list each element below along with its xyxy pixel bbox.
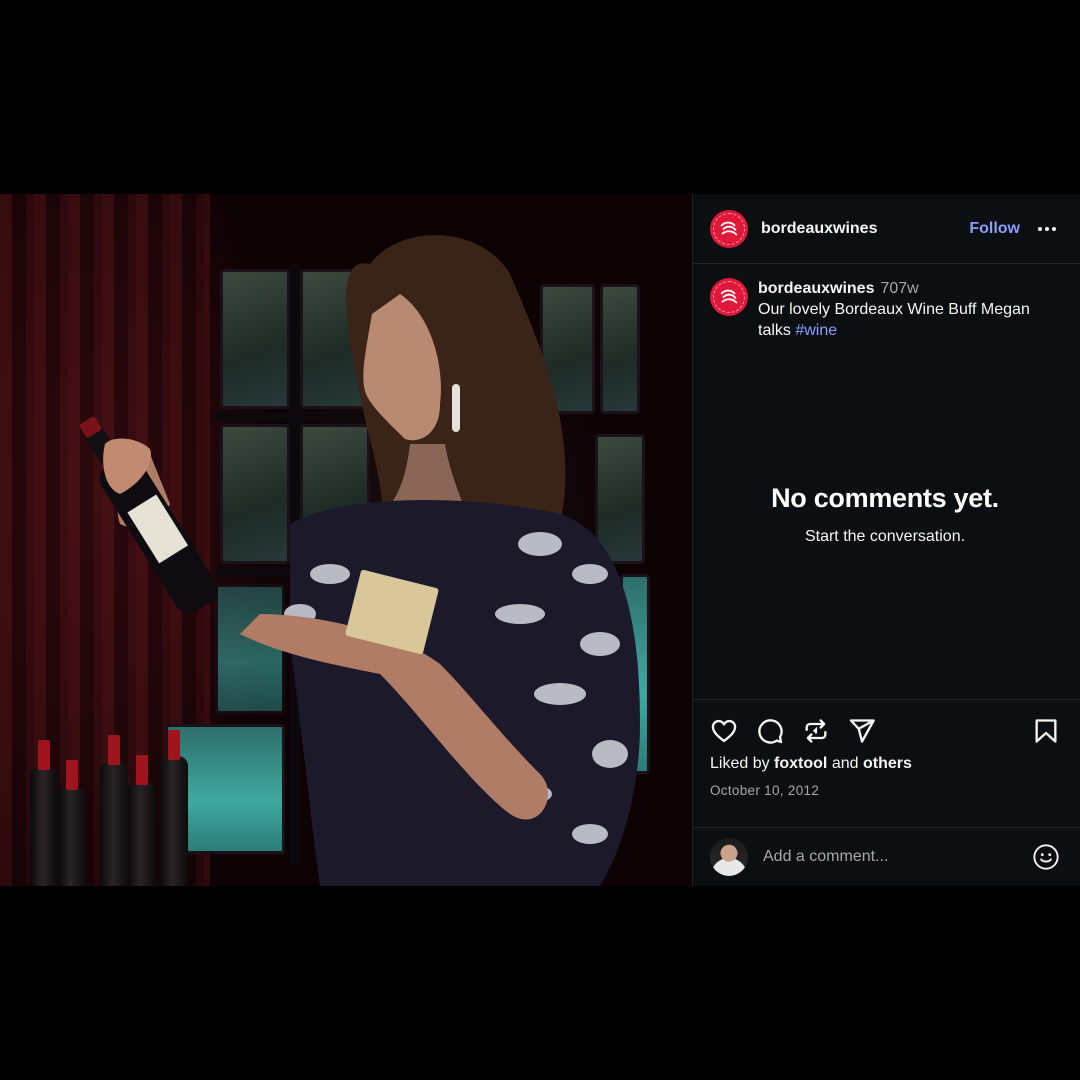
actions-area: Liked by foxtool and others October 10, … bbox=[693, 699, 1080, 827]
empty-comments-title: No comments yet. bbox=[771, 483, 999, 513]
bookmark-icon[interactable] bbox=[1032, 717, 1060, 745]
comment-bar bbox=[693, 827, 1080, 885]
caption-section: bordeauxwines 707w Our lovely Bordeaux Wi… bbox=[693, 264, 1080, 699]
post-photo[interactable] bbox=[0, 194, 692, 886]
caption-avatar[interactable] bbox=[710, 278, 748, 316]
comment-input[interactable] bbox=[763, 847, 1032, 866]
repost-icon[interactable] bbox=[802, 717, 830, 745]
account-username[interactable]: bordeauxwines bbox=[761, 220, 877, 238]
comment-icon[interactable] bbox=[756, 717, 784, 745]
viewer-avatar[interactable] bbox=[710, 837, 748, 876]
bordeaux-logo-icon bbox=[720, 289, 738, 304]
bordeaux-logo-icon bbox=[720, 221, 738, 235]
more-options-icon[interactable] bbox=[1038, 226, 1058, 231]
liked-by-others[interactable]: others bbox=[863, 755, 912, 772]
action-bar bbox=[710, 716, 1060, 746]
post-date[interactable]: October 10, 2012 bbox=[710, 783, 1060, 798]
follow-button[interactable]: Follow bbox=[969, 220, 1020, 238]
empty-comments: No comments yet. Start the conversation. bbox=[710, 483, 1060, 546]
post-side-panel: bordeauxwines Follow bordeauxwines 707w O… bbox=[692, 194, 1080, 886]
empty-comments-subtitle: Start the conversation. bbox=[804, 528, 966, 545]
likes-prefix: Liked by bbox=[710, 755, 775, 772]
hashtag-link[interactable]: #wine bbox=[795, 322, 837, 339]
caption-username[interactable]: bordeauxwines bbox=[758, 280, 874, 297]
post-card: bordeauxwines Follow bordeauxwines 707w O… bbox=[0, 194, 1080, 886]
share-icon[interactable] bbox=[848, 717, 876, 745]
account-avatar[interactable] bbox=[710, 209, 748, 248]
wine-bottles-row bbox=[0, 694, 210, 886]
smiley-icon[interactable] bbox=[1032, 843, 1060, 871]
caption-age[interactable]: 707w bbox=[880, 280, 918, 297]
post-header: bordeauxwines Follow bbox=[693, 194, 1080, 264]
caption-text: bordeauxwines 707w Our lovely Bordeaux Wi… bbox=[758, 278, 1060, 341]
liked-by-user[interactable]: foxtool bbox=[774, 755, 827, 772]
likes-middle: and bbox=[827, 755, 863, 772]
heart-icon[interactable] bbox=[710, 717, 738, 745]
likes-line: Liked by foxtool and others bbox=[710, 755, 1060, 773]
